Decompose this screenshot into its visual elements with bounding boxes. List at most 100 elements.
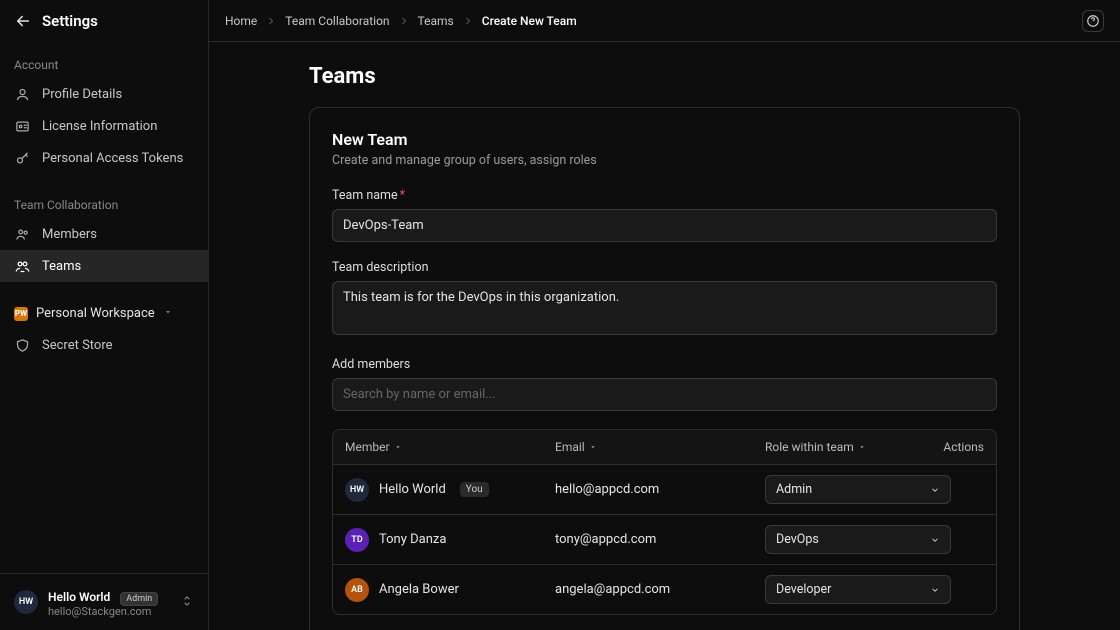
sidebar-item-label: Personal Access Tokens xyxy=(42,151,183,166)
table-row: HW Hello World You hello@appcd.com Admin xyxy=(333,465,996,515)
section-team: Team Collaboration Members Teams xyxy=(0,182,208,290)
section-label-account: Account xyxy=(0,50,208,78)
content: Teams New Team Create and manage group o… xyxy=(209,42,1120,630)
card-title: New Team xyxy=(332,130,997,149)
role-select[interactable]: Developer xyxy=(765,575,951,604)
table-row: AB Angela Bower angela@appcd.com Develop… xyxy=(333,565,996,614)
close-icon xyxy=(995,483,997,497)
footer-role-badge: Admin xyxy=(120,592,158,606)
sidebar-item-teams[interactable]: Teams xyxy=(0,250,208,282)
member-name: Tony Danza xyxy=(379,532,446,547)
sidebar-item-profile[interactable]: Profile Details xyxy=(0,78,208,110)
sort-icon xyxy=(394,443,402,451)
role-value: Admin xyxy=(776,482,812,497)
member-email: tony@appcd.com xyxy=(555,532,765,547)
section-workspace: PW Personal Workspace Secret Store xyxy=(0,290,208,369)
sidebar-header: Settings xyxy=(0,0,208,42)
chevron-right-icon xyxy=(265,15,277,27)
team-name-label: Team name* xyxy=(332,188,997,203)
add-members-label: Add members xyxy=(332,357,997,372)
sidebar-item-label: Teams xyxy=(42,259,81,274)
chevron-down-icon xyxy=(930,485,940,495)
field-team-description: Team description xyxy=(332,260,997,339)
remove-member-button[interactable] xyxy=(993,531,997,549)
required-indicator: * xyxy=(400,188,405,203)
team-name-input[interactable] xyxy=(332,209,997,242)
member-name: Angela Bower xyxy=(379,582,459,597)
member-email: angela@appcd.com xyxy=(555,582,765,597)
topbar: Home Team Collaboration Teams Create New… xyxy=(209,0,1120,42)
help-button[interactable] xyxy=(1082,10,1104,32)
avatar: HW xyxy=(345,478,369,502)
shield-icon xyxy=(14,337,30,353)
chevron-down-icon xyxy=(930,585,940,595)
users-icon xyxy=(14,226,30,242)
team-form-card: New Team Create and manage group of user… xyxy=(309,107,1020,630)
sidebar-item-license[interactable]: License Information xyxy=(0,110,208,142)
breadcrumb-teams[interactable]: Teams xyxy=(418,14,454,28)
workspace-badge: PW xyxy=(14,307,28,321)
chevron-down-icon xyxy=(930,535,940,545)
breadcrumb-current: Create New Team xyxy=(482,14,577,28)
id-card-icon xyxy=(14,118,30,134)
sidebar-item-label: Members xyxy=(42,227,97,242)
member-cell: TD Tony Danza xyxy=(345,528,555,552)
sidebar-item-members[interactable]: Members xyxy=(0,218,208,250)
user-icon xyxy=(14,86,30,102)
sidebar-item-secret-store[interactable]: Secret Store xyxy=(0,329,208,361)
chevron-down-icon xyxy=(163,306,173,321)
member-name: Hello World xyxy=(379,482,446,497)
member-cell: HW Hello World You xyxy=(345,478,555,502)
sidebar: Settings Account Profile Details License… xyxy=(0,0,209,630)
chevron-up-down-icon xyxy=(180,593,194,612)
sidebar-footer[interactable]: HW Hello World Admin hello@Stackgen.com xyxy=(0,573,208,630)
team-icon xyxy=(14,258,30,274)
section-label-team: Team Collaboration xyxy=(0,190,208,218)
close-icon xyxy=(995,583,997,597)
remove-member-button[interactable] xyxy=(993,581,997,599)
avatar: AB xyxy=(345,578,369,602)
avatar: HW xyxy=(14,590,38,614)
chevron-right-icon xyxy=(398,15,410,27)
breadcrumb-team-collab[interactable]: Team Collaboration xyxy=(285,14,389,28)
chevron-right-icon xyxy=(462,15,474,27)
sidebar-item-label: Secret Store xyxy=(42,338,113,353)
col-email[interactable]: Email xyxy=(555,440,765,454)
footer-user-email: hello@Stackgen.com xyxy=(48,605,158,618)
col-role[interactable]: Role within team xyxy=(765,440,924,454)
help-icon xyxy=(1086,14,1100,28)
role-value: DevOps xyxy=(776,532,819,547)
sidebar-item-label: Profile Details xyxy=(42,87,122,102)
main: Home Team Collaboration Teams Create New… xyxy=(209,0,1120,630)
back-icon[interactable] xyxy=(14,12,32,30)
role-select[interactable]: Admin xyxy=(765,475,951,504)
col-actions: Actions xyxy=(924,440,984,454)
role-value: Developer xyxy=(776,582,831,597)
member-search-input[interactable] xyxy=(332,378,997,411)
field-add-members: Add members xyxy=(332,357,997,411)
member-cell: AB Angela Bower xyxy=(345,578,555,602)
team-desc-label: Team description xyxy=(332,260,997,275)
workspace-switcher[interactable]: PW Personal Workspace xyxy=(0,298,208,329)
team-desc-input[interactable] xyxy=(332,281,997,335)
close-icon xyxy=(995,533,997,547)
page-title: Teams xyxy=(309,64,1020,89)
sidebar-item-label: License Information xyxy=(42,119,157,134)
role-select[interactable]: DevOps xyxy=(765,525,951,554)
breadcrumb: Home Team Collaboration Teams Create New… xyxy=(225,14,577,28)
sidebar-item-tokens[interactable]: Personal Access Tokens xyxy=(0,142,208,174)
table-header: Member Email Role within team Actions xyxy=(333,430,996,465)
section-account: Account Profile Details License Informat… xyxy=(0,42,208,182)
footer-user-info: Hello World Admin hello@Stackgen.com xyxy=(48,586,158,618)
card-subtitle: Create and manage group of users, assign… xyxy=(332,153,997,168)
remove-member-button[interactable] xyxy=(993,481,997,499)
avatar: TD xyxy=(345,528,369,552)
field-team-name: Team name* xyxy=(332,188,997,242)
sort-icon xyxy=(858,443,866,451)
sort-icon xyxy=(589,443,597,451)
col-member[interactable]: Member xyxy=(345,440,555,454)
breadcrumb-home[interactable]: Home xyxy=(225,14,257,28)
member-email: hello@appcd.com xyxy=(555,482,765,497)
table-row: TD Tony Danza tony@appcd.com DevOps xyxy=(333,515,996,565)
settings-title: Settings xyxy=(42,12,98,30)
